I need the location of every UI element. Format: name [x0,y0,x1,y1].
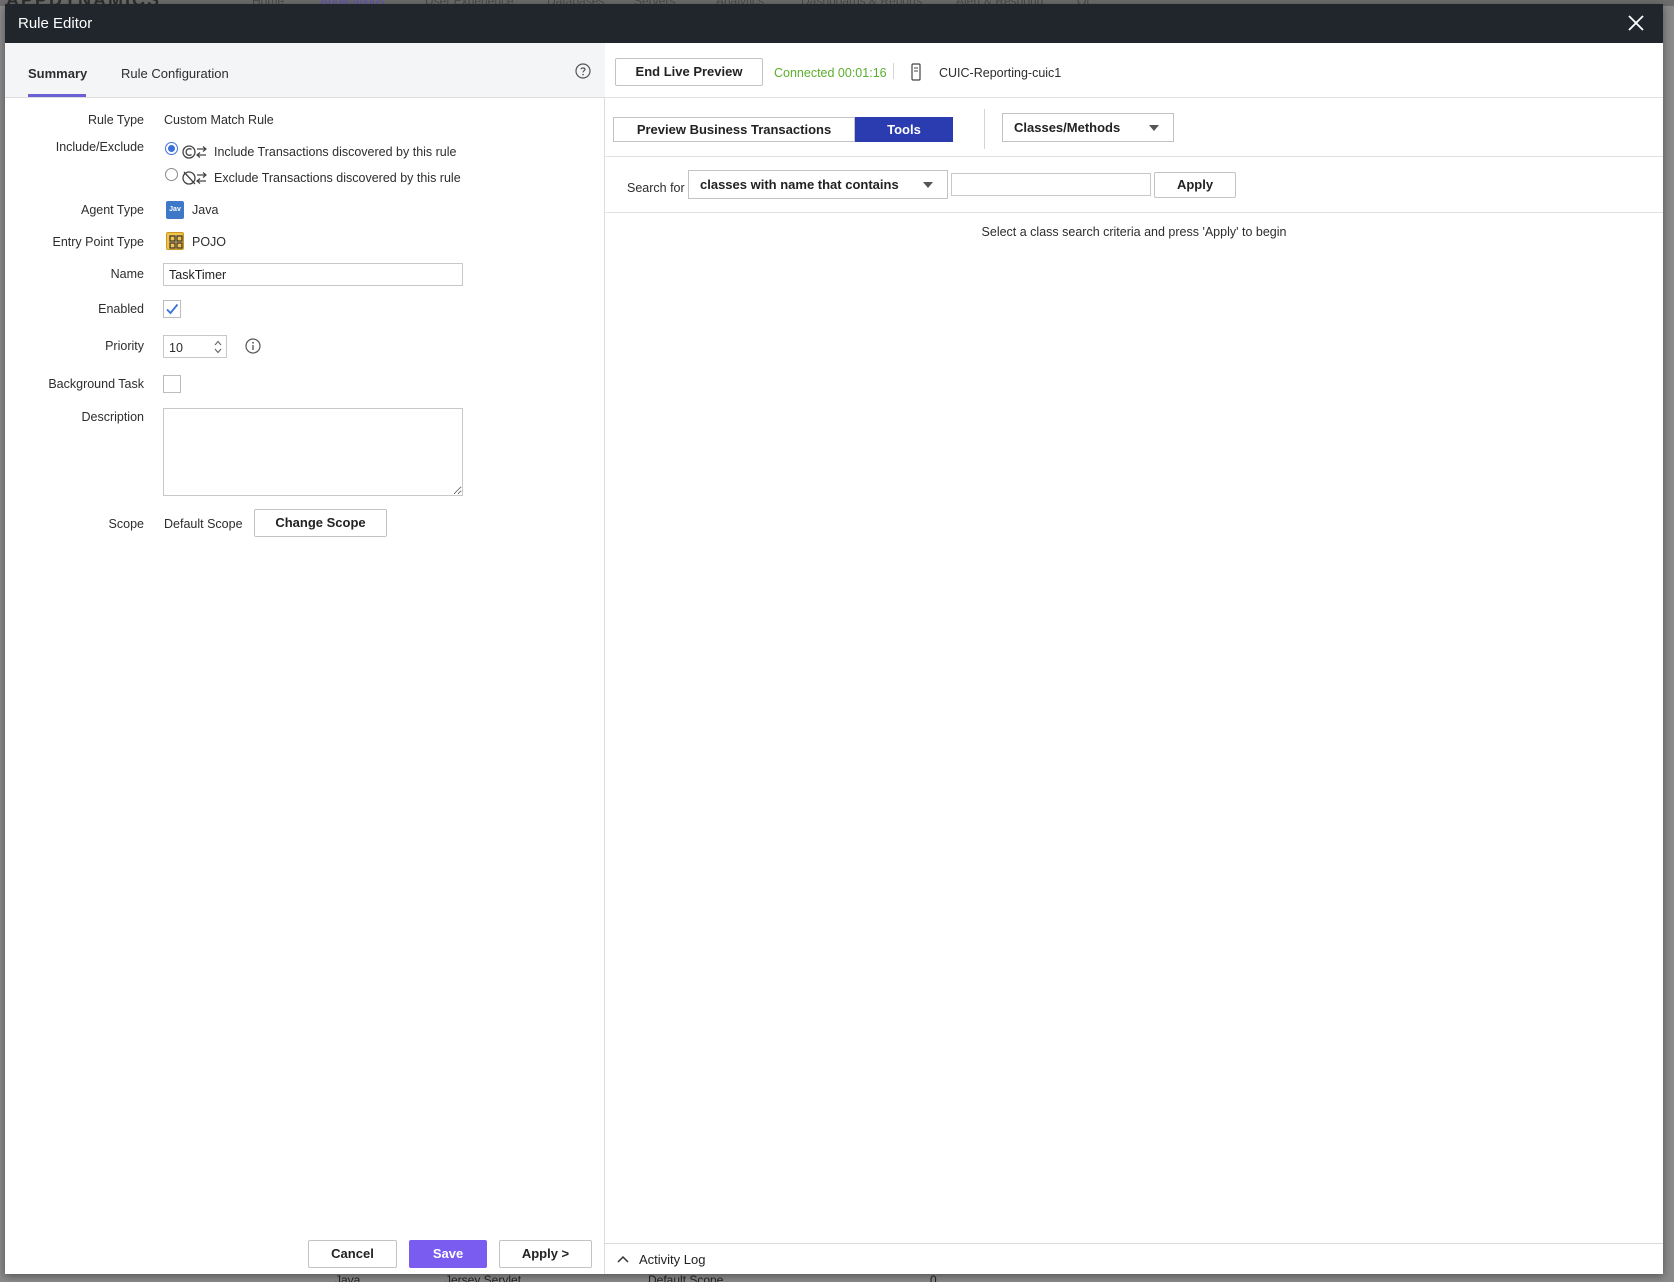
include-transactions-icon [182,145,207,159]
modal-titlebar: Rule Editor [5,4,1663,43]
search-hint-text: Select a class search criteria and press… [981,225,1287,239]
save-button[interactable]: Save [409,1240,487,1268]
tab-summary[interactable]: Summary [28,66,87,81]
include-option-label[interactable]: Include Transactions discovered by this … [214,145,457,159]
description-textarea[interactable] [163,408,463,496]
close-icon[interactable] [1625,12,1647,34]
tab-rule-configuration[interactable]: Rule Configuration [121,66,229,81]
chevron-up-icon[interactable] [617,1254,629,1264]
live-preview-pane: End Live Preview Connected 00:01:16 CUIC… [605,43,1663,1274]
end-live-preview-button[interactable]: End Live Preview [615,58,763,86]
exclude-transactions-icon [182,171,207,185]
chevron-down-icon [1149,125,1159,131]
rule-type-label: Rule Type [87,113,144,127]
agent-type-value: Java [192,203,219,217]
change-scope-button[interactable]: Change Scope [254,509,387,537]
server-device-icon [911,63,921,81]
activity-log-bar[interactable]: Activity Log [605,1243,1663,1274]
priority-stepper[interactable]: 10 [163,335,227,358]
info-icon[interactable] [245,338,261,354]
tab-bar: Summary Rule Configuration [5,43,605,98]
search-criteria-value: classes with name that contains [700,177,899,192]
divider [893,63,894,79]
rule-editor-modal: Rule Editor Summary Rule Configuration R… [5,4,1663,1274]
modal-title: Rule Editor [18,15,93,32]
class-search-row: Search for classes with name that contai… [605,157,1663,213]
active-tab-indicator [28,94,86,97]
cancel-button[interactable]: Cancel [308,1240,397,1268]
priority-label: Priority [105,339,144,353]
agent-type-label: Agent Type [80,203,144,217]
scope-label: Scope [108,517,144,531]
search-for-label: Search for [627,181,685,195]
preview-mode-toolbar: Preview Business Transactions Tools Clas… [605,98,1663,157]
chevron-down-icon [923,182,933,188]
background-row-entry-point: Jersey Servlet [445,1273,522,1282]
entry-point-type-label: Entry Point Type [52,235,145,249]
tools-type-value: Classes/Methods [1014,120,1121,135]
background-row-scope: Default Scope [648,1273,724,1282]
stepper-arrows-icon[interactable] [214,339,222,355]
priority-value: 10 [169,341,183,355]
apply-search-button[interactable]: Apply [1154,172,1236,198]
java-icon: Jav [166,201,184,219]
search-text-input[interactable] [951,173,1151,196]
live-preview-toolbar: End Live Preview Connected 00:01:16 CUIC… [605,43,1663,98]
checkmark-icon [166,303,179,315]
include-radio[interactable] [165,142,178,155]
search-criteria-dropdown[interactable]: classes with name that contains [688,170,948,199]
server-name: CUIC-Reporting-cuic1 [939,66,1062,80]
description-label: Description [81,410,144,424]
rule-type-value: Custom Match Rule [164,113,274,127]
summary-pane: Summary Rule Configuration Rule Type Cus… [5,43,605,1274]
enabled-label: Enabled [98,302,144,316]
exclude-option-label[interactable]: Exclude Transactions discovered by this … [214,171,461,185]
include-exclude-label: Include/Exclude [55,140,144,154]
background-task-checkbox[interactable] [163,375,181,393]
background-task-label: Background Task [48,377,144,391]
name-label: Name [110,267,144,281]
exclude-radio[interactable] [165,168,178,181]
background-row-count: 0 [930,1273,937,1282]
scope-value: Default Scope [164,517,243,531]
connection-status: Connected 00:01:16 [774,66,887,80]
activity-log-label[interactable]: Activity Log [639,1252,705,1267]
background-row-agent: Java [335,1273,361,1282]
segment-preview-business-transactions[interactable]: Preview Business Transactions [613,117,855,142]
apply-next-button[interactable]: Apply > [499,1240,592,1268]
pojo-icon [166,232,184,250]
help-icon[interactable] [575,63,591,79]
entry-point-type-value: POJO [192,235,227,249]
enabled-checkbox[interactable] [163,300,181,318]
divider [984,109,985,149]
name-input[interactable] [163,263,463,286]
tools-type-dropdown[interactable]: Classes/Methods [1002,113,1174,142]
segment-tools[interactable]: Tools [855,117,953,142]
